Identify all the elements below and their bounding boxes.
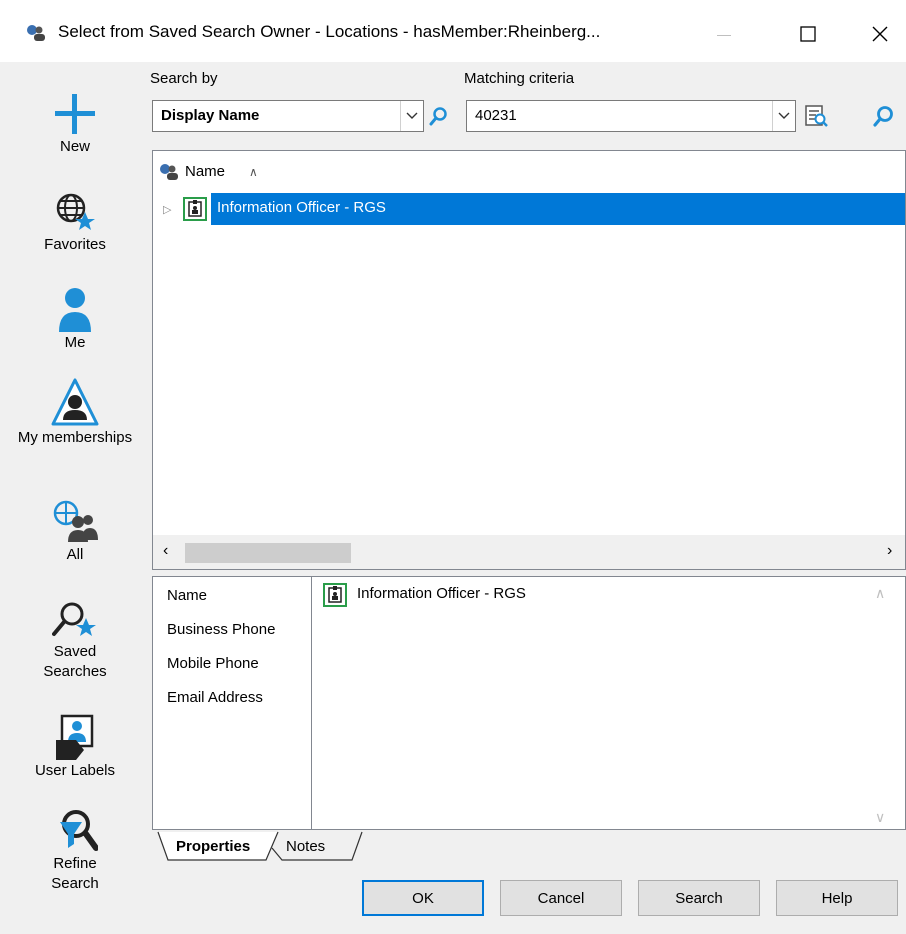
scroll-down-icon[interactable]: ∨ [875,809,885,826]
nav-favorites[interactable]: Favorites [0,190,150,256]
matching-criteria-value: 40231 [475,107,517,124]
group-icon [160,164,178,180]
scroll-right-icon[interactable]: › [887,542,892,560]
nav-label-refine-search: Refine Search [51,855,99,892]
search-by-value: Display Name [161,107,260,124]
nav-label-user-labels: User Labels [34,762,116,779]
tab-properties[interactable]: Properties [176,838,250,868]
search-by-label: Search by [150,70,218,87]
column-header-name[interactable]: Name [185,163,225,180]
sort-ascending-icon: ∧ [249,165,258,179]
app-icon [27,25,45,41]
search-by-select[interactable]: Display Name [152,100,424,132]
prop-label-mobile-phone: Mobile Phone [167,655,259,672]
window-title: Select from Saved Search Owner - Locatio… [58,22,601,41]
nav-label-new: New [59,138,90,155]
globe-group-icon [53,500,98,542]
nav-label-all: All [66,546,84,563]
contact-card-icon [323,583,347,607]
list-item-name: Information Officer - RGS [217,199,386,216]
search-icon [429,107,447,126]
title-bar: Select from Saved Search Owner - Locatio… [0,0,906,62]
criteria-list-button[interactable] [800,100,832,132]
membership-icon [51,378,99,426]
search-button[interactable]: Search [638,880,760,916]
contact-card-icon [183,197,207,221]
refine-search-icon [60,810,98,851]
nav-new[interactable]: New [0,92,150,158]
nav-refine-search[interactable]: Refine Search [0,808,150,894]
help-button[interactable]: Help [776,880,898,916]
matching-criteria-input[interactable]: 40231 [466,100,796,132]
nav-user-labels[interactable]: User Labels [0,714,150,782]
minimize-icon: — [717,26,731,42]
list-header: Name ∧ [153,151,905,193]
results-list[interactable]: Name ∧ ▷ Information Officer - RGS ‹ › [152,150,906,570]
matching-criteria-label: Matching criteria [464,70,575,87]
person-icon [59,288,91,332]
close-button[interactable] [852,14,906,54]
nav-label-my-memberships: My memberships [17,429,133,446]
search-field-button[interactable] [426,100,452,132]
nav-saved-searches[interactable]: Saved Searches [0,600,150,682]
prop-value-name: Information Officer - RGS [357,585,526,602]
chevron-down-icon[interactable] [772,101,795,131]
prop-label-business-phone: Business Phone [167,621,276,638]
nav-label-favorites: Favorites [44,236,106,253]
nav-my-memberships[interactable]: My memberships [0,378,150,448]
list-search-icon [805,105,828,127]
plus-icon [55,94,95,134]
search-button-icon[interactable] [868,100,900,132]
scroll-up-icon[interactable]: ∧ [875,585,885,602]
saved-search-icon [52,602,96,636]
nav-label-me: Me [64,334,86,351]
globe-star-icon [56,193,95,230]
chevron-down-icon[interactable] [400,101,423,131]
list-item[interactable]: Information Officer - RGS [211,193,905,225]
scroll-left-icon[interactable]: ‹ [163,542,168,560]
expand-icon[interactable]: ▷ [163,203,171,216]
prop-label-name: Name [167,587,208,604]
nav-label-saved-searches: Saved Searches [43,643,107,680]
tab-notes[interactable]: Notes [286,838,325,868]
maximize-icon [800,26,816,42]
cancel-button[interactable]: Cancel [500,880,622,916]
maximize-button[interactable] [780,14,836,54]
horizontal-scrollbar[interactable]: ‹ › [153,535,905,569]
properties-panel: Name Business Phone Mobile Phone Email A… [152,576,906,830]
close-icon [872,26,888,42]
user-label-icon [56,714,94,760]
prop-label-email-address: Email Address [167,689,263,706]
search-icon [873,106,893,127]
nav-me[interactable]: Me [0,286,150,354]
minimize-button[interactable]: — [696,14,752,54]
scrollbar-thumb[interactable] [185,543,351,563]
ok-button[interactable]: OK [362,880,484,916]
nav-all[interactable]: All [0,500,150,566]
